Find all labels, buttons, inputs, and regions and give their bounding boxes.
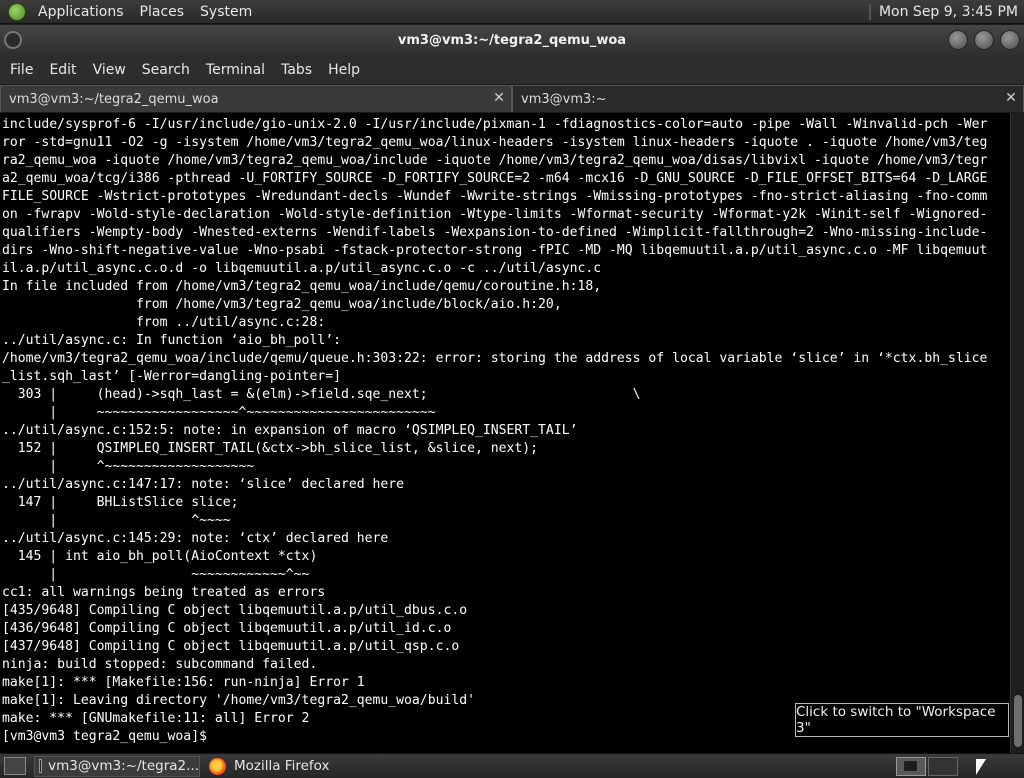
taskbar-label: vm3@vm3:~/tegra2... (48, 758, 199, 774)
gnome-foot-icon[interactable] (8, 2, 26, 21)
terminal-line: 147 | BHListSlice slice; (2, 495, 239, 510)
close-tab-icon[interactable]: ✕ (1003, 90, 1019, 106)
terminal-line: ../util/async.c:152:5: note: in expansio… (2, 423, 578, 438)
maximize-icon[interactable] (974, 30, 994, 50)
terminal-icon (39, 759, 43, 773)
menubar: File Edit View Search Terminal Tabs Help (0, 56, 1024, 84)
window-titlebar[interactable]: vm3@vm3:~/tegra2_qemu_woa (0, 25, 1024, 56)
workspace-1-switcher[interactable] (896, 757, 926, 776)
terminal-line: include/sysprof-6 -I/usr/include/gio-uni… (2, 117, 988, 132)
terminal-line: il.a.p/util_async.c.o.d -o libqemuutil.a… (2, 261, 602, 276)
terminal-scrollbar[interactable] (1010, 113, 1024, 753)
top-panel: Applications Places System Mon Sep 9, 3:… (0, 0, 1024, 24)
terminal-line: [437/9648] Compiling C object libqemuuti… (2, 639, 460, 654)
terminal-line: [435/9648] Compiling C object libqemuuti… (2, 603, 468, 618)
terminal-line: ../util/async.c:145:29: note: ‘ctx’ decl… (2, 531, 389, 546)
menu-search[interactable]: Search (134, 62, 198, 78)
show-desktop-icon[interactable] (4, 757, 26, 775)
menu-file[interactable]: File (2, 62, 41, 78)
close-tab-icon[interactable]: ✕ (491, 90, 507, 106)
window-menu-icon[interactable] (4, 31, 22, 49)
terminal-line: ninja: build stopped: subcommand failed. (2, 657, 318, 672)
clock[interactable]: Mon Sep 9, 3:45 PM (879, 4, 1024, 20)
terminal-line: _list.sqh_last’ [-Werror=dangling-pointe… (2, 369, 341, 384)
terminal-line: 303 | (head)->sqh_last = &(elm)->field.s… (2, 387, 641, 402)
terminal-line: on -fwrapv -Wold-style-declaration -Wold… (2, 207, 988, 222)
menu-system[interactable]: System (192, 4, 260, 20)
firefox-icon (209, 757, 226, 775)
mouse-cursor-icon (976, 759, 986, 775)
workspace-tooltip: Click to switch to "Workspace 3" (795, 703, 1009, 737)
terminal-line: FILE_SOURCE -Wstrict-prototypes -Wredund… (2, 189, 988, 204)
scrollbar-thumb[interactable] (1014, 695, 1022, 747)
menu-view[interactable]: View (85, 62, 134, 78)
terminal-line: qualifiers -Wempty-body -Wnested-externs… (2, 225, 988, 240)
terminal-line: ../util/async.c: In function ‘aio_bh_pol… (2, 333, 341, 348)
terminal-line: dirs -Wno-shift-negative-value -Wno-psab… (2, 243, 988, 258)
menu-terminal[interactable]: Terminal (198, 62, 273, 78)
terminal-line: 152 | QSIMPLEQ_INSERT_TAIL(&ctx->bh_slic… (2, 441, 539, 456)
window-title: vm3@vm3:~/tegra2_qemu_woa (397, 33, 627, 48)
taskbar-label: Mozilla Firefox (234, 758, 330, 774)
menu-applications[interactable]: Applications (30, 4, 132, 20)
tab-bar: vm3@vm3:~/tegra2_qemu_woa ✕ vm3@vm3:~ ✕ (0, 85, 1024, 112)
terminal-prompt[interactable]: [vm3@vm3 tegra2_qemu_woa]$ (2, 729, 215, 744)
menu-help[interactable]: Help (320, 62, 368, 78)
tab-home[interactable]: vm3@vm3:~ ✕ (512, 85, 1024, 112)
minimize-icon[interactable] (948, 30, 968, 50)
tab-label: vm3@vm3:~ (521, 91, 607, 107)
terminal-line: /home/vm3/tegra2_qemu_woa/include/qemu/q… (2, 351, 988, 366)
terminal-line: | ~~~~~~~~~~~~^~~ (2, 567, 310, 582)
terminal-line: 145 | int aio_bh_poll(AioContext *ctx) (2, 549, 318, 564)
menu-tabs[interactable]: Tabs (273, 62, 320, 78)
terminal-line: | ^~~~~~~~~~~~~~~~~~~~ (2, 459, 255, 474)
workspace-2-switcher[interactable] (928, 757, 958, 776)
bottom-panel: vm3@vm3:~/tegra2... Mozilla Firefox (0, 753, 1024, 778)
menu-edit[interactable]: Edit (41, 62, 84, 78)
terminal-line: from ../util/async.c:28: (2, 315, 326, 330)
terminal-line: from /home/vm3/tegra2_qemu_woa/include/b… (2, 297, 562, 312)
menu-places[interactable]: Places (132, 4, 193, 20)
terminal-line: [436/9648] Compiling C object libqemuuti… (2, 621, 452, 636)
tab-label: vm3@vm3:~/tegra2_qemu_woa (9, 91, 219, 107)
close-window-icon[interactable] (1000, 30, 1020, 50)
panel-separator (868, 3, 871, 20)
terminal-line: In file included from /home/vm3/tegra2_q… (2, 279, 602, 294)
terminal-output[interactable]: include/sysprof-6 -I/usr/include/gio-uni… (0, 113, 1010, 753)
terminal-line: a2_qemu_woa/tcg/i386 -pthread -U_FORTIFY… (2, 171, 988, 186)
terminal-text[interactable]: include/sysprof-6 -I/usr/include/gio-uni… (0, 113, 1010, 746)
terminal-line: | ^~~~~ (2, 513, 231, 528)
terminal-line: ../util/async.c:147:17: note: ‘slice’ de… (2, 477, 405, 492)
workspace-window-thumbnail (904, 761, 917, 771)
terminal-line: make[1]: *** [Makefile:156: run-ninja] E… (2, 675, 365, 690)
taskbar-item-firefox[interactable]: Mozilla Firefox (204, 756, 370, 777)
terminal-line: | ~~~~~~~~~~~~~~~~~~^~~~~~~~~~~~~~~~~~~~… (2, 405, 436, 420)
terminal-line: ror -std=gnu11 -O2 -g -isystem /home/vm3… (2, 135, 988, 150)
taskbar-item-terminal[interactable]: vm3@vm3:~/tegra2... (34, 755, 200, 777)
terminal-line: make[1]: Leaving directory '/home/vm3/te… (2, 693, 475, 708)
terminal-line: make: *** [GNUmakefile:11: all] Error 2 (2, 711, 310, 726)
terminal-line: cc1: all warnings being treated as error… (2, 585, 326, 600)
terminal-line: ra2_qemu_woa -iquote /home/vm3/tegra2_qe… (2, 153, 988, 168)
tab-tegra2-qemu-woa[interactable]: vm3@vm3:~/tegra2_qemu_woa ✕ (0, 85, 512, 112)
